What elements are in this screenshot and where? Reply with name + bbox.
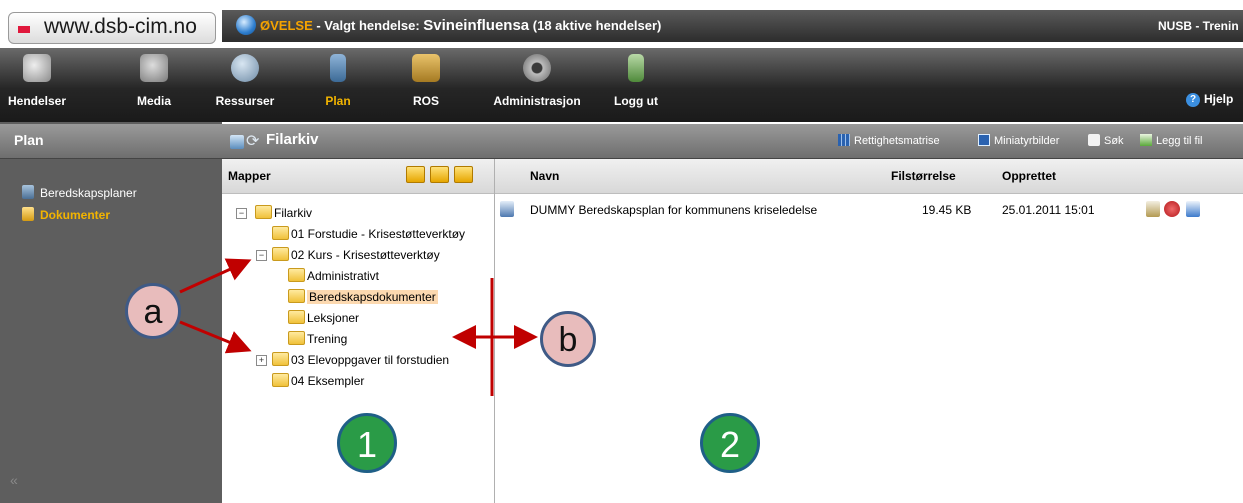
annotation-arrows xyxy=(179,258,538,396)
annotation-a: a xyxy=(125,283,181,339)
annotation-2: 2 xyxy=(700,413,760,473)
arrow-a-upper xyxy=(179,258,252,294)
arrow-a-lower xyxy=(179,320,252,354)
annotation-b: b xyxy=(540,311,596,367)
annotation-1: 1 xyxy=(337,413,397,473)
